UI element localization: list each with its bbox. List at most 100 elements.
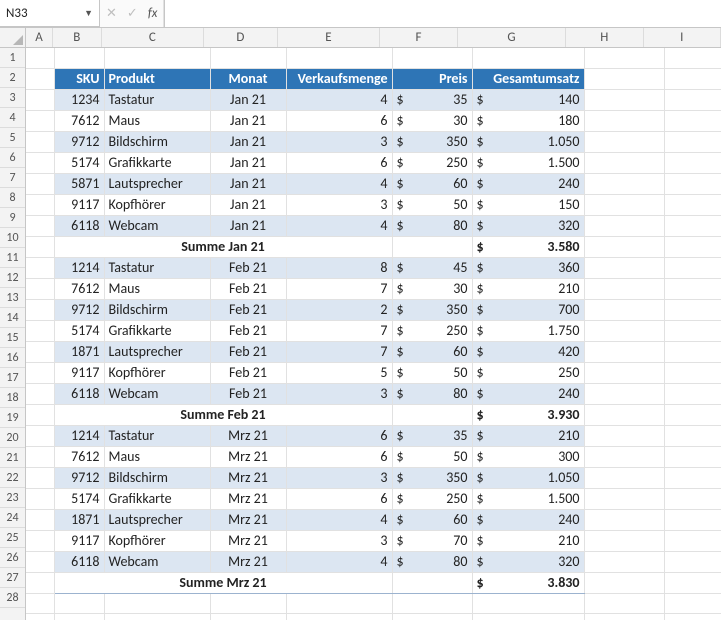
cell[interactable]: $30 (392, 110, 472, 131)
cell[interactable]: $350 (392, 299, 472, 320)
cell[interactable]: $700 (472, 299, 584, 320)
column-header[interactable]: C (102, 28, 205, 47)
cell[interactable]: Lautsprecher (104, 341, 210, 362)
row-header[interactable]: 17 (0, 368, 25, 388)
confirm-icon[interactable]: ✓ (127, 6, 138, 21)
cell[interactable]: $50 (392, 194, 472, 215)
cell[interactable] (664, 278, 721, 299)
cell[interactable]: 9712 (54, 467, 104, 488)
cell[interactable]: Produkt (104, 68, 210, 89)
cell[interactable]: $250 (392, 152, 472, 173)
cell[interactable]: 5871 (54, 173, 104, 194)
cell[interactable]: $35 (392, 89, 472, 110)
cell[interactable] (392, 613, 472, 620)
cell[interactable]: 7612 (54, 110, 104, 131)
cell[interactable] (210, 48, 286, 68)
name-box[interactable]: N33 ▼ (0, 0, 100, 27)
cell[interactable] (664, 236, 721, 257)
cell[interactable] (584, 509, 664, 530)
cell[interactable]: 7612 (54, 446, 104, 467)
cell[interactable]: $210 (472, 425, 584, 446)
cell[interactable]: 6 (286, 110, 392, 131)
cell[interactable]: 6 (286, 152, 392, 173)
cell[interactable]: Jan 21 (210, 194, 286, 215)
row-header[interactable]: 1 (0, 48, 25, 68)
cell[interactable] (664, 572, 721, 593)
row-header[interactable]: 6 (0, 148, 25, 168)
cell[interactable]: $350 (392, 467, 472, 488)
cell[interactable] (664, 530, 721, 551)
cell[interactable]: 6118 (54, 215, 104, 236)
row-header[interactable]: 27 (0, 568, 25, 588)
cell[interactable] (54, 593, 104, 613)
row-header[interactable]: 3 (0, 88, 25, 108)
cell[interactable]: $250 (472, 362, 584, 383)
cell[interactable] (26, 299, 54, 320)
cell[interactable] (472, 48, 584, 68)
cell[interactable]: 3 (286, 131, 392, 152)
cell[interactable]: $150 (472, 194, 584, 215)
cell[interactable] (26, 551, 54, 572)
cell[interactable] (26, 509, 54, 530)
cell[interactable]: 6 (286, 425, 392, 446)
cell[interactable]: 8 (286, 257, 392, 278)
cell[interactable] (104, 613, 210, 620)
cell[interactable]: Feb 21 (210, 320, 286, 341)
cell[interactable] (584, 488, 664, 509)
row-header[interactable]: 7 (0, 168, 25, 188)
cell[interactable] (584, 173, 664, 194)
cell[interactable]: Jan 21 (210, 215, 286, 236)
cell[interactable]: $1.500 (472, 488, 584, 509)
cell[interactable] (584, 446, 664, 467)
cell[interactable] (584, 572, 664, 593)
cell[interactable] (664, 173, 721, 194)
row-header[interactable]: 14 (0, 308, 25, 328)
cell[interactable]: $240 (472, 173, 584, 194)
cell[interactable] (54, 48, 104, 68)
row-header[interactable]: 22 (0, 468, 25, 488)
cell[interactable] (26, 446, 54, 467)
cell[interactable]: 7 (286, 320, 392, 341)
cell[interactable] (664, 68, 721, 89)
cell[interactable] (664, 425, 721, 446)
row-header[interactable]: 10 (0, 228, 25, 248)
row-header[interactable]: 13 (0, 288, 25, 308)
cell[interactable] (664, 446, 721, 467)
cell[interactable]: 2 (286, 299, 392, 320)
cell[interactable] (584, 68, 664, 89)
cell[interactable] (26, 131, 54, 152)
cell[interactable] (584, 236, 664, 257)
row-header[interactable]: 25 (0, 528, 25, 548)
cell[interactable]: $1.050 (472, 131, 584, 152)
cell[interactable]: Feb 21 (210, 257, 286, 278)
cell[interactable]: Grafikkarte (104, 488, 210, 509)
row-header[interactable]: 9 (0, 208, 25, 228)
cell[interactable]: 5174 (54, 488, 104, 509)
cell[interactable]: Lautsprecher (104, 173, 210, 194)
cell[interactable] (392, 572, 472, 593)
cell[interactable] (664, 89, 721, 110)
cell[interactable] (26, 425, 54, 446)
cell[interactable] (26, 613, 54, 620)
cell[interactable] (584, 48, 664, 68)
row-header[interactable]: 5 (0, 128, 25, 148)
cell[interactable] (664, 320, 721, 341)
cell[interactable]: Jan 21 (210, 89, 286, 110)
fx-icon[interactable]: fx (148, 6, 158, 21)
row-header[interactable]: 20 (0, 428, 25, 448)
select-all-corner[interactable] (0, 28, 26, 48)
row-header[interactable]: 18 (0, 388, 25, 408)
cell[interactable]: 4 (286, 215, 392, 236)
cell[interactable] (584, 299, 664, 320)
cell[interactable]: $60 (392, 509, 472, 530)
cell[interactable]: 7 (286, 341, 392, 362)
cell[interactable] (584, 593, 664, 613)
cell[interactable]: 1214 (54, 257, 104, 278)
cell[interactable]: Feb 21 (210, 383, 286, 404)
cell[interactable]: Jan 21 (210, 152, 286, 173)
cell[interactable] (286, 593, 392, 613)
cell[interactable]: 9117 (54, 194, 104, 215)
cell[interactable]: 6 (286, 488, 392, 509)
cell[interactable] (584, 551, 664, 572)
cell[interactable]: 1871 (54, 341, 104, 362)
